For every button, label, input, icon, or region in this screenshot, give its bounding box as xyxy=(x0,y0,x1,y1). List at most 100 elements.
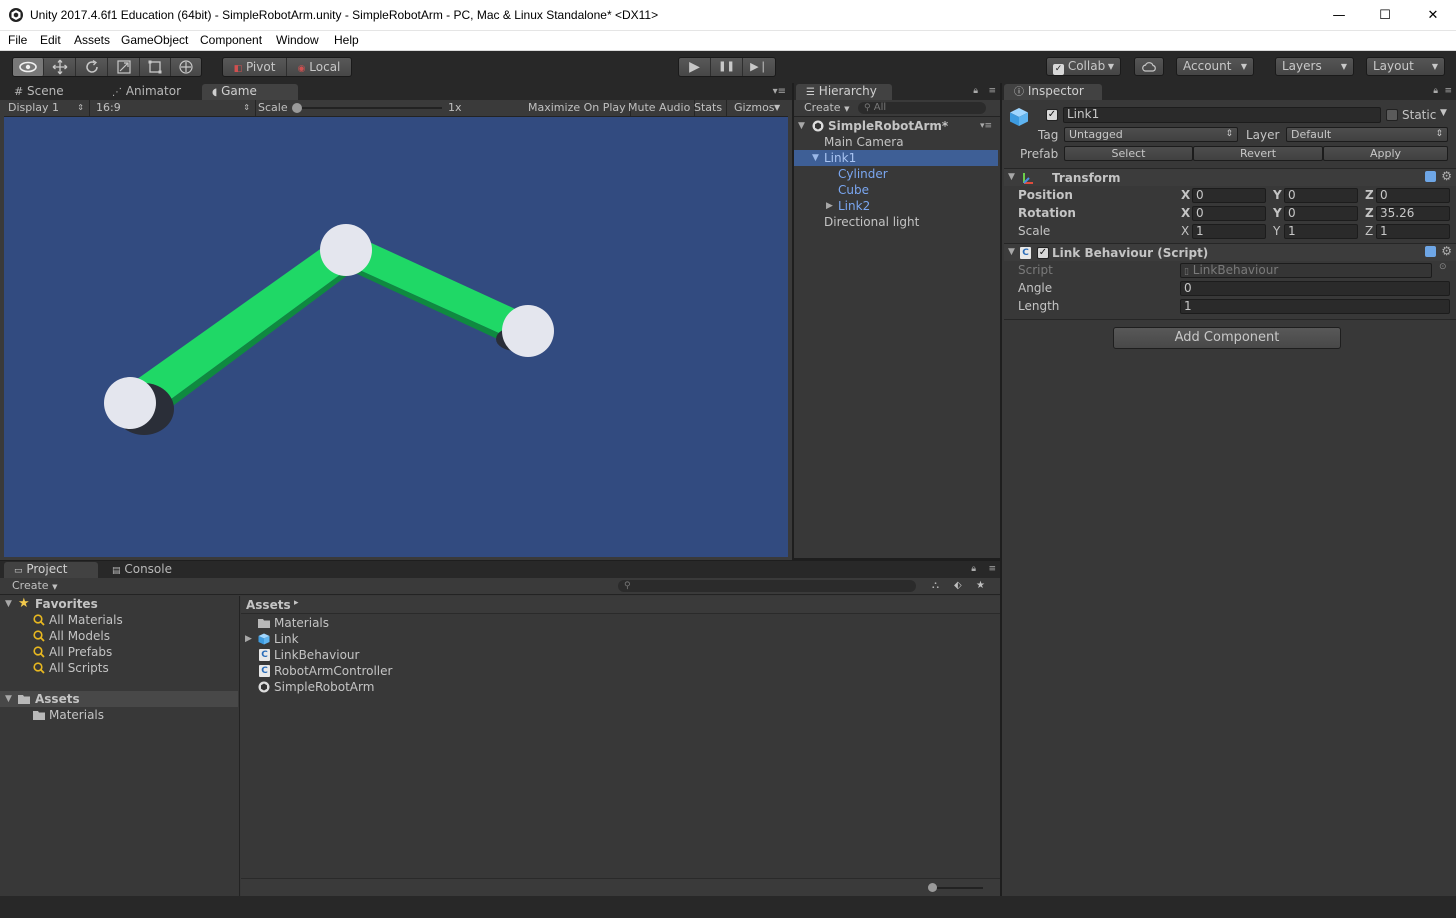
panel-menu-icon[interactable]: ▾≡ xyxy=(773,86,786,97)
account-dropdown[interactable]: Account ▼ xyxy=(1176,57,1254,76)
prefab-revert-button[interactable]: Revert xyxy=(1193,146,1323,161)
play-button[interactable]: ▶ xyxy=(679,58,711,76)
filter-by-type-icon[interactable]: ⛬ xyxy=(932,578,939,594)
game-view-viewport[interactable] xyxy=(4,117,788,557)
foldout-open-icon[interactable]: ▼ xyxy=(5,596,12,612)
rect-tool-button[interactable] xyxy=(140,58,171,76)
tag-dropdown[interactable]: Untagged ⇕ xyxy=(1064,127,1238,142)
step-button[interactable]: ▶❘ xyxy=(743,58,775,76)
aspect-dropdown[interactable]: 16:9 ⇕ xyxy=(96,100,256,116)
foldout-closed-icon[interactable]: ▶ xyxy=(245,631,252,647)
favorite-item[interactable]: All Scripts xyxy=(0,660,238,676)
scale-x-field[interactable]: 1 xyxy=(1192,224,1266,239)
chevron-down-icon[interactable]: ▼ xyxy=(1440,108,1447,118)
file-item[interactable]: ▶ Link xyxy=(242,631,998,647)
rotation-z-field[interactable]: 35.26 xyxy=(1376,206,1450,221)
position-y-field[interactable]: 0 xyxy=(1284,188,1358,203)
favorite-item[interactable]: All Models xyxy=(0,628,238,644)
tab-hierarchy[interactable]: ☰ Hierarchy xyxy=(796,84,892,100)
lock-icon[interactable]: 🔒︎ xyxy=(1433,86,1438,96)
add-component-button[interactable]: Add Component xyxy=(1113,327,1341,349)
rotation-y-field[interactable]: 0 xyxy=(1284,206,1358,221)
file-item[interactable]: C RobotArmController xyxy=(242,663,998,679)
gear-icon[interactable]: ⚙ xyxy=(1441,244,1452,258)
assets-tree-item[interactable]: Materials xyxy=(0,707,238,723)
assets-root-row[interactable]: ▼ Assets xyxy=(0,691,238,707)
scale-z-field[interactable]: 1 xyxy=(1376,224,1450,239)
object-picker-icon[interactable]: ⊙ xyxy=(1439,262,1447,272)
project-create-button[interactable]: Create ▼ xyxy=(12,578,57,594)
pause-button[interactable]: ❚❚ xyxy=(711,58,743,76)
position-x-field[interactable]: 0 xyxy=(1192,188,1266,203)
favorite-item[interactable]: All Prefabs xyxy=(0,644,238,660)
scale-y-field[interactable]: 1 xyxy=(1284,224,1358,239)
foldout-open-icon[interactable]: ▼ xyxy=(812,150,819,166)
project-search-input[interactable]: ⚲ xyxy=(618,580,916,592)
length-field[interactable]: 1 xyxy=(1180,299,1450,314)
lock-icon[interactable]: 🔒︎ xyxy=(971,564,976,574)
scale-tool-button[interactable] xyxy=(108,58,140,76)
menu-file[interactable]: File xyxy=(8,33,27,47)
scene-root-row[interactable]: ▼ SimpleRobotArm* ▾≡ xyxy=(794,118,998,134)
panel-menu-icon[interactable]: ≡ xyxy=(988,86,996,96)
transform-header[interactable]: ▼ Transform ⚙ xyxy=(1004,168,1456,186)
component-enabled-checkbox[interactable]: ✓ xyxy=(1037,247,1049,259)
foldout-open-icon[interactable]: ▼ xyxy=(5,691,12,707)
pivot-button[interactable]: ◧ Pivot xyxy=(223,58,287,76)
cloud-button[interactable] xyxy=(1134,57,1164,76)
lock-icon[interactable]: 🔒︎ xyxy=(973,86,978,96)
hierarchy-create-button[interactable]: Create ▼ xyxy=(804,100,849,116)
file-item[interactable]: SimpleRobotArm xyxy=(242,679,998,695)
gizmos-dropdown[interactable]: Gizmos xyxy=(730,100,779,116)
favorites-row[interactable]: ▼ ★ Favorites xyxy=(0,596,238,612)
transform-tool-button[interactable] xyxy=(171,58,201,76)
maximize-button[interactable]: ☐ xyxy=(1362,0,1408,31)
scale-slider[interactable] xyxy=(292,103,442,113)
tab-project[interactable]: ▭ Project xyxy=(4,562,98,578)
active-checkbox[interactable]: ✓ xyxy=(1046,109,1058,121)
layout-dropdown[interactable]: Layout ▼ xyxy=(1366,57,1445,76)
favorite-item[interactable]: All Materials xyxy=(0,612,238,628)
prefab-select-button[interactable]: Select xyxy=(1064,146,1193,161)
tab-console[interactable]: ▤ Console xyxy=(102,562,198,578)
hierarchy-item-cube[interactable]: Cube xyxy=(794,182,998,198)
file-item[interactable]: Materials xyxy=(242,615,998,631)
hierarchy-search-input[interactable]: ⚲ All xyxy=(858,102,986,114)
icon-size-slider[interactable] xyxy=(928,883,983,892)
layers-dropdown[interactable]: Layers ▼ xyxy=(1275,57,1354,76)
rotation-x-field[interactable]: 0 xyxy=(1192,206,1266,221)
hierarchy-item-cylinder[interactable]: Cylinder xyxy=(794,166,998,182)
hierarchy-item-link1[interactable]: ▼ Link1 xyxy=(794,150,998,166)
rotate-tool-button[interactable] xyxy=(76,58,108,76)
static-checkbox[interactable] xyxy=(1386,109,1398,121)
help-book-icon[interactable] xyxy=(1425,246,1436,257)
object-name-field[interactable]: Link1 xyxy=(1063,107,1381,123)
menu-assets[interactable]: Assets xyxy=(74,33,110,47)
tab-animator[interactable]: ⋰ Animator xyxy=(102,84,200,100)
display-dropdown[interactable]: Display 1 ⇕ xyxy=(8,100,90,116)
layer-dropdown[interactable]: Default ⇕ xyxy=(1286,127,1448,142)
help-book-icon[interactable] xyxy=(1425,171,1436,182)
menu-help[interactable]: Help xyxy=(334,33,359,47)
tab-scene[interactable]: # Scene xyxy=(4,84,94,100)
file-item[interactable]: C LinkBehaviour xyxy=(242,647,998,663)
link-behaviour-header[interactable]: ▼ C ✓ Link Behaviour (Script) ⚙ xyxy=(1004,243,1456,261)
menu-window[interactable]: Window xyxy=(276,33,319,47)
close-button[interactable]: ✕ xyxy=(1410,0,1456,31)
collab-dropdown[interactable]: ✓ Collab ▼ xyxy=(1046,57,1121,76)
tab-game[interactable]: ◖ Game xyxy=(202,84,298,100)
menu-component[interactable]: Component xyxy=(200,33,262,47)
tab-inspector[interactable]: ⓘ Inspector xyxy=(1004,84,1102,100)
panel-menu-icon[interactable]: ≡ xyxy=(1444,86,1452,96)
maximize-on-play-toggle[interactable]: Maximize On Play xyxy=(524,100,631,116)
minimize-button[interactable]: — xyxy=(1316,0,1362,31)
prefab-apply-button[interactable]: Apply xyxy=(1323,146,1448,161)
menu-edit[interactable]: Edit xyxy=(40,33,61,47)
foldout-open-icon[interactable]: ▼ xyxy=(1008,172,1015,182)
position-z-field[interactable]: 0 xyxy=(1376,188,1450,203)
angle-field[interactable]: 0 xyxy=(1180,281,1450,296)
hierarchy-item-link2[interactable]: ▶ Link2 xyxy=(794,198,998,214)
scene-menu-icon[interactable]: ▾≡ xyxy=(980,118,992,134)
gear-icon[interactable]: ⚙ xyxy=(1441,169,1452,183)
mute-audio-toggle[interactable]: Mute Audio xyxy=(624,100,696,116)
